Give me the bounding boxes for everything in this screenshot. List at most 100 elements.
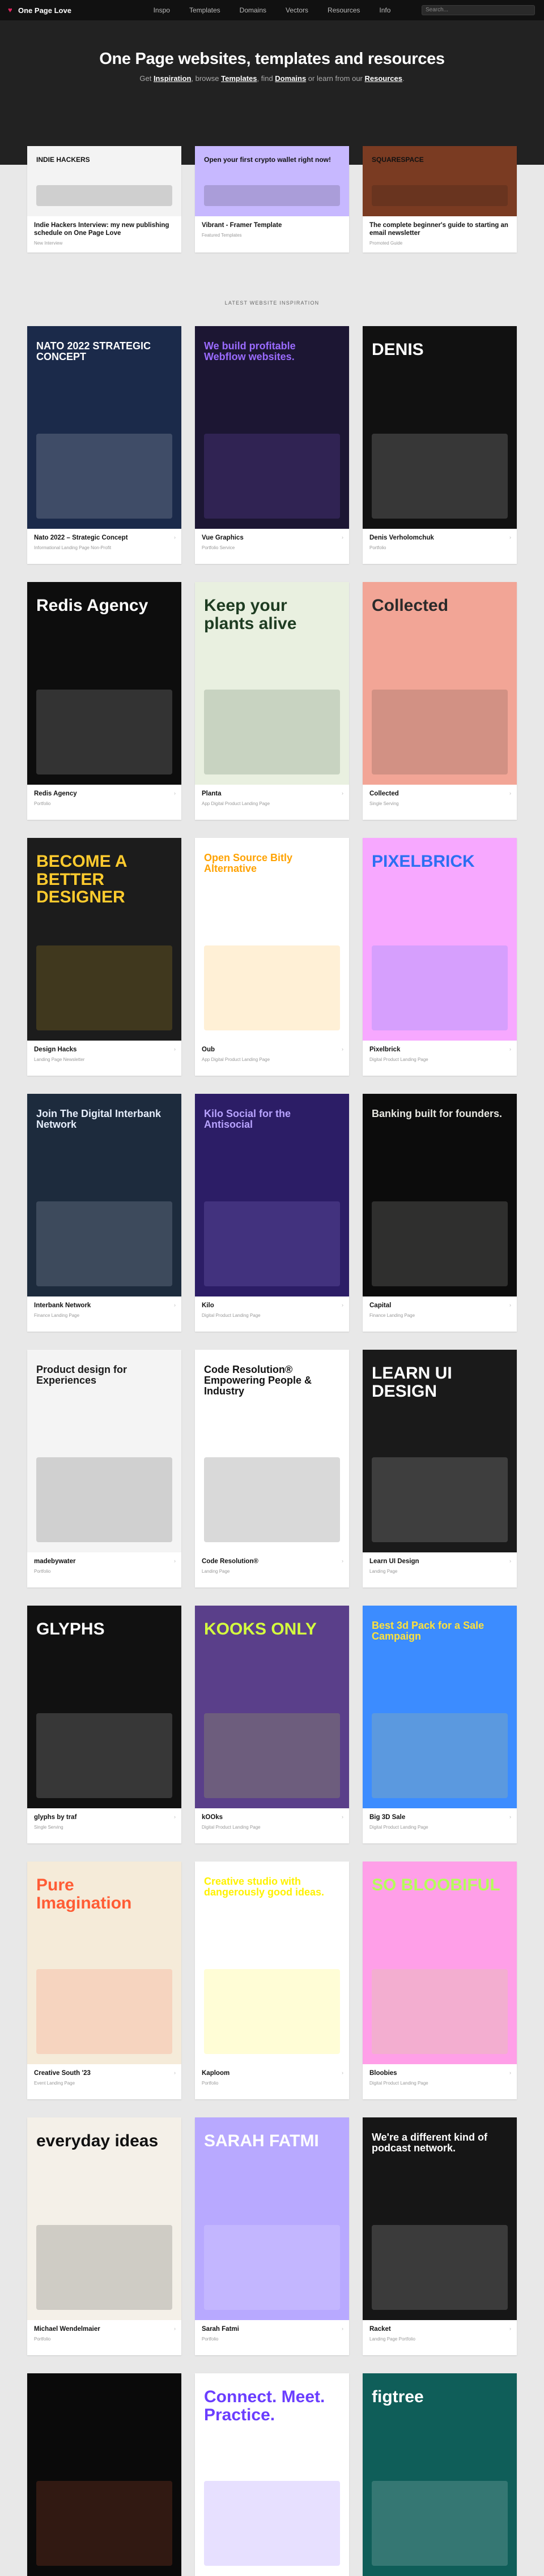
card-tags[interactable]: Landing Page (369, 1569, 510, 1574)
inspiration-card[interactable]: We're a different kind of podcast networ… (363, 2117, 517, 2355)
inspiration-card[interactable]: GLYPHS glyphs by traf Single Serving › (27, 1606, 181, 1843)
inspiration-card[interactable]: Join The Digital Interbank Network Interb… (27, 1094, 181, 1332)
inspiration-card[interactable]: figtree (363, 2373, 517, 2576)
inspiration-card[interactable]: Connect. Meet. Practice. (195, 2373, 349, 2576)
card-thumbnail[interactable]: Banking built for founders. (363, 1094, 517, 1296)
inspiration-card[interactable]: LEARN UI DESIGN Learn UI Design Landing Pa… (363, 1350, 517, 1587)
card-title[interactable]: Code Resolution® (202, 1557, 342, 1565)
card-tags[interactable]: Digital Product Landing Page (369, 1057, 510, 1062)
card-thumbnail[interactable]: Code Resolution® Empowering People & Ind… (195, 1350, 349, 1552)
card-title[interactable]: Redis Agency (34, 790, 175, 798)
card-tags[interactable]: Digital Product Landing Page (369, 2081, 510, 2086)
card-title[interactable]: The complete beginner's guide to startin… (369, 221, 510, 237)
chevron-right-icon[interactable]: › (174, 1558, 176, 1564)
card-tags[interactable]: Portfolio Service (202, 545, 342, 550)
card-tags[interactable]: Promoted Guide (369, 241, 510, 246)
featured-card[interactable]: Open your first crypto wallet right now!… (195, 146, 349, 253)
card-thumbnail[interactable]: We build profitable Webflow websites. (195, 326, 349, 529)
card-thumbnail[interactable]: Collected (363, 582, 517, 785)
link-inspiration[interactable]: Inspiration (154, 74, 191, 83)
chevron-right-icon[interactable]: › (342, 1558, 343, 1564)
card-thumbnail[interactable]: LEARN UI DESIGN (363, 1350, 517, 1552)
nav-templates[interactable]: Templates (189, 6, 220, 14)
chevron-right-icon[interactable]: › (509, 1814, 511, 1820)
inspiration-card[interactable]: Open Source Bitly Alternative Oub App Digi… (195, 838, 349, 1076)
card-tags[interactable]: App Digital Product Landing Page (202, 1057, 342, 1062)
card-thumbnail[interactable]: Join The Digital Interbank Network (27, 1094, 181, 1296)
card-title[interactable]: Bloobies (369, 2069, 510, 2077)
inspiration-card[interactable]: SO BLOOBIFUL Bloobies Digital Product Land… (363, 1862, 517, 2099)
nav-resources[interactable]: Resources (328, 6, 360, 14)
nav-domains[interactable]: Domains (240, 6, 266, 14)
chevron-right-icon[interactable]: › (174, 1046, 176, 1052)
card-thumbnail[interactable]: PIXELBRICK (363, 838, 517, 1041)
inspiration-card[interactable] (27, 2373, 181, 2576)
card-thumbnail[interactable]: SARAH FATMI (195, 2117, 349, 2320)
card-thumbnail[interactable]: Product design for Experiences (27, 1350, 181, 1552)
chevron-right-icon[interactable]: › (342, 1046, 343, 1052)
nav-vectors[interactable]: Vectors (286, 6, 308, 14)
link-templates[interactable]: Templates (221, 74, 257, 83)
inspiration-card[interactable]: NATO 2022 STRATEGIC CONCEPT Nato 2022 – S… (27, 326, 181, 564)
inspiration-card[interactable]: KOOKS ONLY kOOks Digital Product Landing P… (195, 1606, 349, 1843)
card-title[interactable]: Indie Hackers Interview: my new publishi… (34, 221, 175, 237)
card-title[interactable]: Nato 2022 – Strategic Concept (34, 534, 175, 542)
inspiration-card[interactable]: PIXELBRICK Pixelbrick Digital Product Land… (363, 838, 517, 1076)
featured-card[interactable]: SQUARESPACE The complete beginner's guide… (363, 146, 517, 253)
card-thumbnail[interactable]: BECOME A BETTER DESIGNER (27, 838, 181, 1041)
card-thumbnail[interactable]: Open your first crypto wallet right now! (195, 146, 349, 216)
inspiration-card[interactable]: Best 3d Pack for a Sale Campaign Big 3D S… (363, 1606, 517, 1843)
chevron-right-icon[interactable]: › (342, 1814, 343, 1820)
chevron-right-icon[interactable]: › (342, 534, 343, 540)
card-thumbnail[interactable]: Creative studio with dangerously good id… (195, 1862, 349, 2064)
chevron-right-icon[interactable]: › (342, 2326, 343, 2331)
nav-info[interactable]: Info (379, 6, 390, 14)
chevron-right-icon[interactable]: › (509, 1302, 511, 1308)
card-title[interactable]: Vue Graphics (202, 534, 342, 542)
card-thumbnail[interactable]: NATO 2022 STRATEGIC CONCEPT (27, 326, 181, 529)
card-title[interactable]: glyphs by traf (34, 1813, 175, 1821)
card-tags[interactable]: Portfolio (202, 2081, 342, 2086)
chevron-right-icon[interactable]: › (509, 2070, 511, 2076)
link-domains[interactable]: Domains (275, 74, 306, 83)
chevron-right-icon[interactable]: › (509, 1558, 511, 1564)
inspiration-card[interactable]: Redis Agency Redis Agency Portfolio › (27, 582, 181, 820)
card-tags[interactable]: Landing Page Newsletter (34, 1057, 175, 1062)
card-title[interactable]: Denis Verholomchuk (369, 534, 510, 542)
card-title[interactable]: Big 3D Sale (369, 1813, 510, 1821)
chevron-right-icon[interactable]: › (342, 1302, 343, 1308)
inspiration-card[interactable]: everyday ideas Michael Wendelmaier Portfol… (27, 2117, 181, 2355)
chevron-right-icon[interactable]: › (509, 2326, 511, 2331)
chevron-right-icon[interactable]: › (509, 534, 511, 540)
card-thumbnail[interactable]: SO BLOOBIFUL (363, 1862, 517, 2064)
card-tags[interactable]: New Interview (34, 241, 175, 246)
card-title[interactable]: madebywater (34, 1557, 175, 1565)
card-tags[interactable]: Landing Page Portfolio (369, 2337, 510, 2342)
card-title[interactable]: kOOks (202, 1813, 342, 1821)
chevron-right-icon[interactable]: › (174, 2326, 176, 2331)
inspiration-card[interactable]: Keep your plants alive Planta App Digital … (195, 582, 349, 820)
card-tags[interactable]: Finance Landing Page (369, 1313, 510, 1318)
card-thumbnail[interactable]: Best 3d Pack for a Sale Campaign (363, 1606, 517, 1808)
card-tags[interactable]: Landing Page (202, 1569, 342, 1574)
card-tags[interactable]: Portfolio (34, 801, 175, 806)
card-title[interactable]: Kaploom (202, 2069, 342, 2077)
link-resources[interactable]: Resources (365, 74, 402, 83)
card-title[interactable]: Sarah Fatmi (202, 2325, 342, 2333)
inspiration-card[interactable]: SARAH FATMI Sarah Fatmi Portfolio › (195, 2117, 349, 2355)
card-title[interactable]: Learn UI Design (369, 1557, 510, 1565)
site-logo[interactable]: ♥ One Page Love (8, 6, 71, 15)
card-tags[interactable]: Portfolio (202, 2337, 342, 2342)
inspiration-card[interactable]: Pure Imagination Creative South '23 Event … (27, 1862, 181, 2099)
card-thumbnail[interactable]: Open Source Bitly Alternative (195, 838, 349, 1041)
inspiration-card[interactable]: Code Resolution® Empowering People & Ind… (195, 1350, 349, 1587)
card-thumbnail[interactable]: Redis Agency (27, 582, 181, 785)
card-tags[interactable]: Portfolio (369, 545, 510, 550)
card-thumbnail[interactable]: INDIE HACKERS (27, 146, 181, 216)
card-title[interactable]: Capital (369, 1302, 510, 1310)
card-tags[interactable]: Digital Product Landing Page (202, 1313, 342, 1318)
chevron-right-icon[interactable]: › (174, 2070, 176, 2076)
chevron-right-icon[interactable]: › (174, 534, 176, 540)
card-thumbnail[interactable]: GLYPHS (27, 1606, 181, 1808)
card-tags[interactable]: Informational Landing Page Non-Profit (34, 545, 175, 550)
